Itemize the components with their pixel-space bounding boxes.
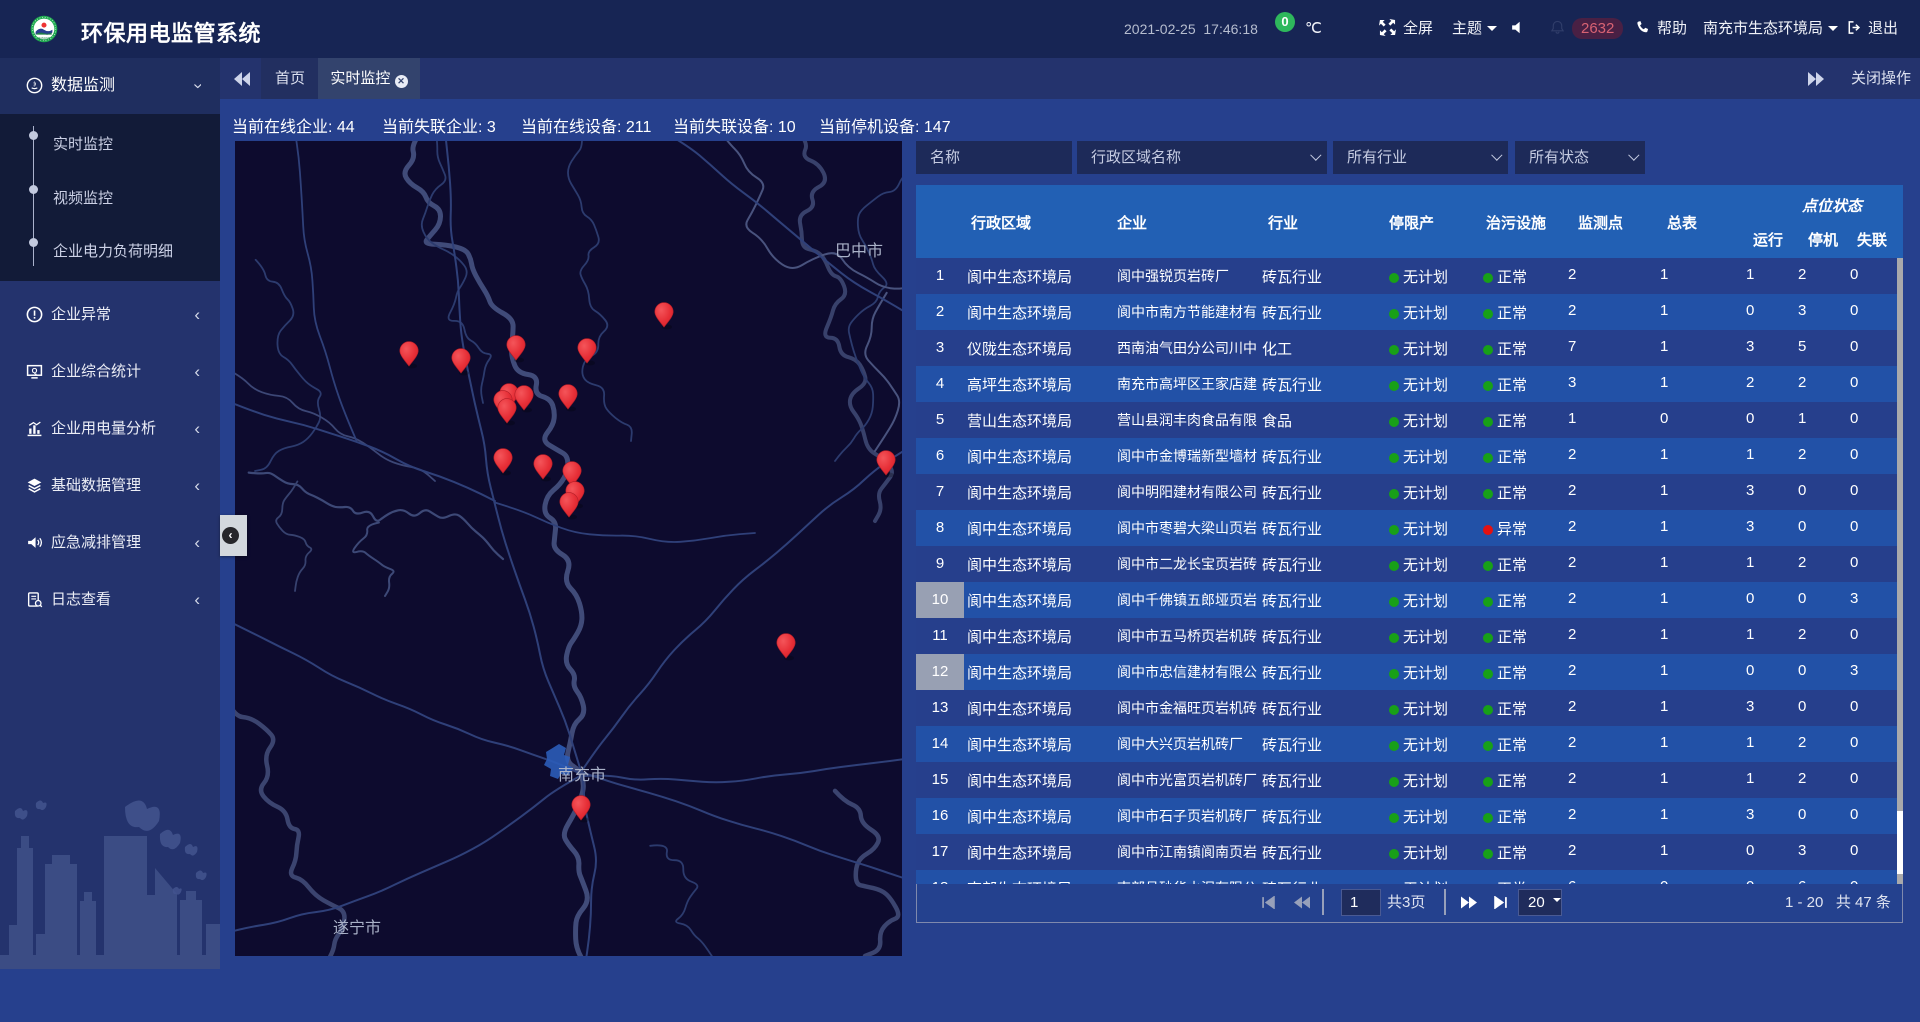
svg-text:南充市: 南充市 bbox=[558, 766, 606, 784]
svg-text:南充环保: 南充环保 bbox=[38, 36, 51, 41]
svg-text:遂宁市: 遂宁市 bbox=[333, 919, 381, 937]
svg-text:巴中市: 巴中市 bbox=[835, 242, 883, 260]
svg-text:Q: Q bbox=[32, 366, 38, 375]
